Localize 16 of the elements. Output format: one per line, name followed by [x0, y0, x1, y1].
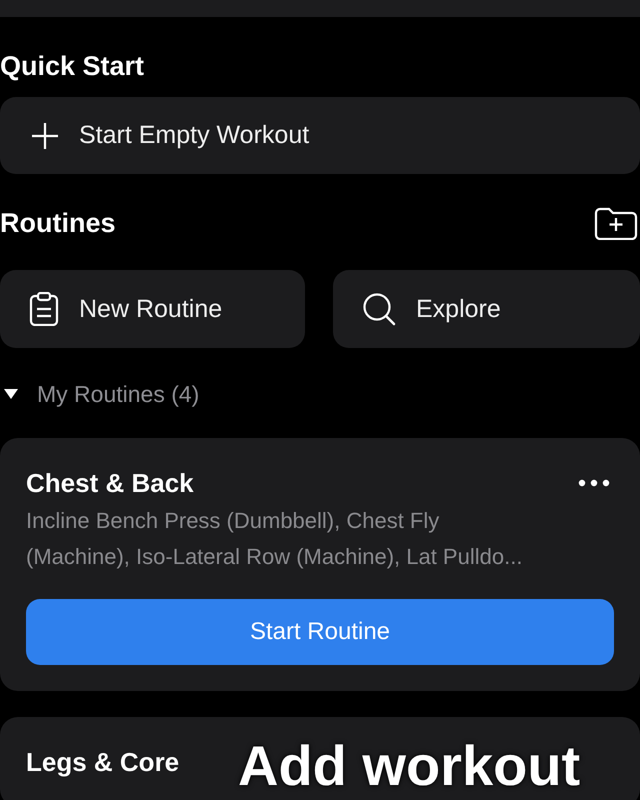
action-button[interactable]: Explore: [333, 270, 640, 348]
folder-plus-icon: [594, 206, 638, 240]
start-empty-workout-button[interactable]: Start Empty Workout: [0, 97, 640, 174]
routine-title: Chest & Back: [26, 467, 194, 500]
more-icon: [578, 479, 610, 487]
section-title: Routines: [0, 208, 116, 238]
search-icon: [362, 292, 396, 326]
clipboard-icon: [29, 292, 59, 326]
routine-title: Legs & Core: [26, 746, 180, 779]
folder-toggle[interactable]: My Routines (4): [0, 378, 200, 410]
action-button[interactable]: New Routine: [0, 270, 305, 348]
exercise-list: Incline Bench Press (Dumbbell), Chest Fly (Machine), Iso-Lateral Row (Machine), Lat Pulldo...: [26, 503, 532, 575]
section-title: Quick Start: [0, 50, 146, 82]
plus-icon: [31, 122, 59, 150]
start-routine-button[interactable]: Start Routine: [26, 599, 614, 665]
caption-text: Add workout: [238, 734, 580, 798]
